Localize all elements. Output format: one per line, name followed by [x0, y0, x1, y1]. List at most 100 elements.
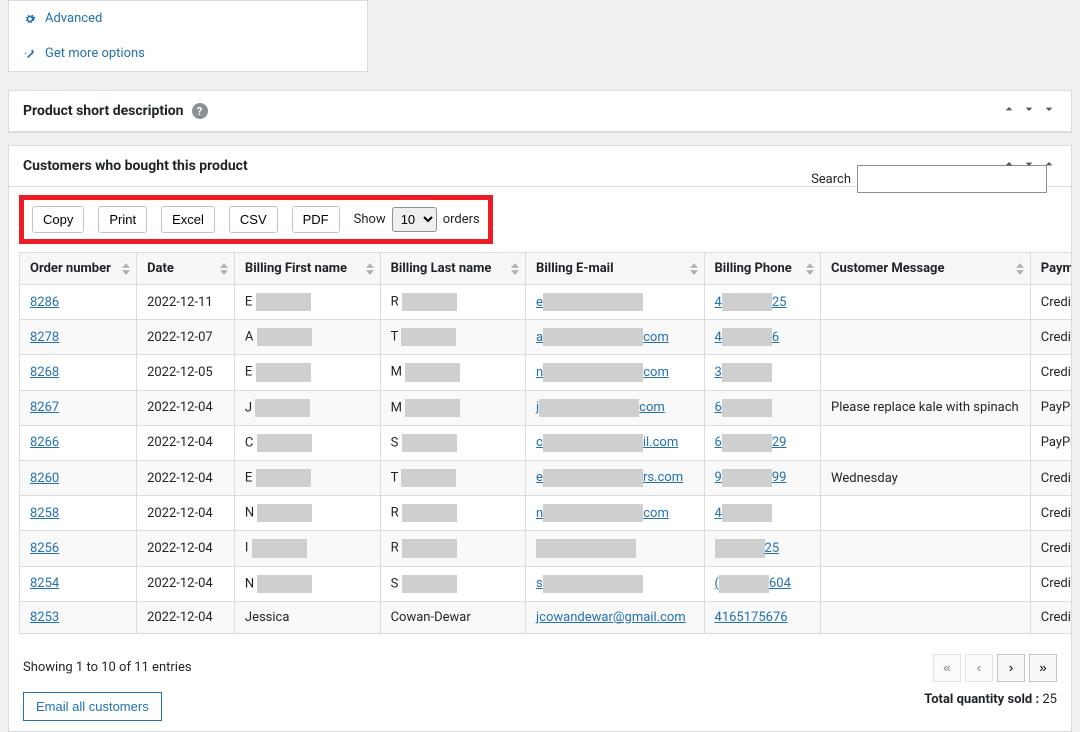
page-size-select[interactable]: 10	[392, 207, 437, 232]
table-cell[interactable]: 4	[704, 496, 821, 531]
email-link[interactable]: jcowandewar@gmail.com	[536, 610, 686, 625]
order-link[interactable]: 8268	[30, 365, 59, 380]
pager-first-button[interactable]: «	[933, 654, 961, 682]
email-link[interactable]: ncom	[536, 365, 669, 380]
table-cell[interactable]: 8260	[20, 460, 137, 495]
table-cell[interactable]: 425	[704, 285, 821, 320]
email-link[interactable]: ncom	[536, 506, 669, 521]
phone-link[interactable]: 999	[715, 470, 787, 485]
panel-move-down-icon[interactable]	[1021, 101, 1037, 121]
table-cell[interactable]: 3	[704, 355, 821, 390]
table-cell[interactable]: 4165175676	[704, 601, 821, 633]
table-cell: I	[234, 531, 380, 566]
phone-link[interactable]: 6	[715, 400, 772, 415]
panel-collapse-icon[interactable]	[1041, 101, 1057, 121]
column-header[interactable]: Customer Message	[821, 253, 1031, 285]
pager-next-button[interactable]: ›	[997, 654, 1025, 682]
column-header[interactable]: Billing E-mail	[526, 253, 704, 285]
table-cell[interactable]: 25	[704, 531, 821, 566]
email-all-customers-button[interactable]: Email all customers	[23, 692, 162, 721]
print-button[interactable]: Print	[98, 206, 147, 233]
table-cell	[821, 566, 1031, 601]
table-cell: 2022-12-04	[137, 496, 235, 531]
email-link[interactable]: acom	[536, 330, 669, 345]
order-link[interactable]: 8267	[30, 400, 59, 415]
email-link[interactable]: ers.com	[536, 470, 683, 485]
table-cell[interactable]: 629	[704, 425, 821, 460]
order-link[interactable]: 8260	[30, 471, 59, 486]
table-cell: 2022-12-04	[137, 566, 235, 601]
column-header[interactable]: Billing Phone	[704, 253, 821, 285]
phone-link[interactable]: 629	[715, 435, 787, 450]
order-link[interactable]: 8258	[30, 506, 59, 521]
column-header[interactable]: Payment	[1030, 253, 1071, 285]
table-cell[interactable]: acom	[526, 320, 704, 355]
table-cell: J	[234, 390, 380, 425]
phone-link[interactable]: 46	[715, 330, 780, 345]
sidebar-item-advanced[interactable]: Advanced	[9, 1, 367, 36]
table-cell[interactable]: 6	[704, 390, 821, 425]
column-header[interactable]: Order number	[20, 253, 137, 285]
table-row: 82582022-12-04N R ncom4Credit Car	[20, 496, 1072, 531]
table-cell[interactable]: e	[526, 285, 704, 320]
table-cell[interactable]: jcowandewar@gmail.com	[526, 601, 704, 633]
email-link[interactable]: s	[536, 576, 643, 591]
table-cell: Credit Car	[1030, 285, 1071, 320]
email-link[interactable]	[536, 541, 636, 556]
table-cell: N	[234, 496, 380, 531]
phone-link[interactable]: 4165175676	[715, 610, 788, 625]
table-cell[interactable]: 8256	[20, 531, 137, 566]
phone-link[interactable]: (604	[715, 576, 791, 591]
email-link[interactable]: cil.com	[536, 435, 678, 450]
show-label: Show	[354, 212, 386, 227]
table-cell[interactable]: 8253	[20, 601, 137, 633]
pager-last-button[interactable]: »	[1029, 654, 1057, 682]
panel-move-up-icon[interactable]	[1001, 101, 1017, 121]
column-header[interactable]: Billing Last name	[380, 253, 525, 285]
table-cell[interactable]: jcom	[526, 390, 704, 425]
email-link[interactable]: e	[536, 295, 643, 310]
help-icon[interactable]: ?	[192, 103, 208, 119]
table-cell[interactable]	[526, 531, 704, 566]
phone-link[interactable]: 3	[715, 365, 772, 380]
phone-link[interactable]: 4	[715, 506, 772, 521]
panel-move-up-icon[interactable]	[1001, 156, 1017, 176]
order-link[interactable]: 8266	[30, 435, 59, 450]
excel-button[interactable]: Excel	[161, 206, 215, 233]
order-link[interactable]: 8256	[30, 541, 59, 556]
phone-link[interactable]: 25	[715, 541, 780, 556]
table-cell[interactable]: ncom	[526, 496, 704, 531]
pager-prev-button[interactable]: ‹	[965, 654, 993, 682]
column-header[interactable]: Date	[137, 253, 235, 285]
table-cell[interactable]: 46	[704, 320, 821, 355]
order-link[interactable]: 8254	[30, 576, 59, 591]
order-link[interactable]: 8253	[30, 610, 59, 625]
panel-expand-icon[interactable]	[1041, 156, 1057, 176]
table-cell[interactable]: 8268	[20, 355, 137, 390]
table-cell[interactable]: (604	[704, 566, 821, 601]
copy-button[interactable]: Copy	[32, 206, 84, 233]
table-cell	[821, 355, 1031, 390]
column-header[interactable]: Billing First name	[234, 253, 380, 285]
table-cell[interactable]: 8267	[20, 390, 137, 425]
table-cell[interactable]: ncom	[526, 355, 704, 390]
order-link[interactable]: 8286	[30, 295, 59, 310]
table-cell[interactable]: ers.com	[526, 460, 704, 495]
table-cell[interactable]: s	[526, 566, 704, 601]
table-cell[interactable]: 999	[704, 460, 821, 495]
email-link[interactable]: jcom	[536, 400, 665, 415]
table-row: 82542022-12-04N S s(604Credit Car	[20, 566, 1072, 601]
pdf-button[interactable]: PDF	[292, 206, 340, 233]
table-cell[interactable]: 8266	[20, 425, 137, 460]
table-row: 82782022-12-07A T acom46Credit Car	[20, 320, 1072, 355]
table-cell[interactable]: 8258	[20, 496, 137, 531]
table-cell[interactable]: 8254	[20, 566, 137, 601]
table-cell[interactable]: cil.com	[526, 425, 704, 460]
order-link[interactable]: 8278	[30, 330, 59, 345]
table-cell[interactable]: 8278	[20, 320, 137, 355]
csv-button[interactable]: CSV	[229, 206, 278, 233]
phone-link[interactable]: 425	[715, 295, 787, 310]
panel-move-down-icon[interactable]	[1021, 156, 1037, 176]
sidebar-item-get-more-options[interactable]: Get more options	[9, 36, 367, 71]
table-cell[interactable]: 8286	[20, 285, 137, 320]
